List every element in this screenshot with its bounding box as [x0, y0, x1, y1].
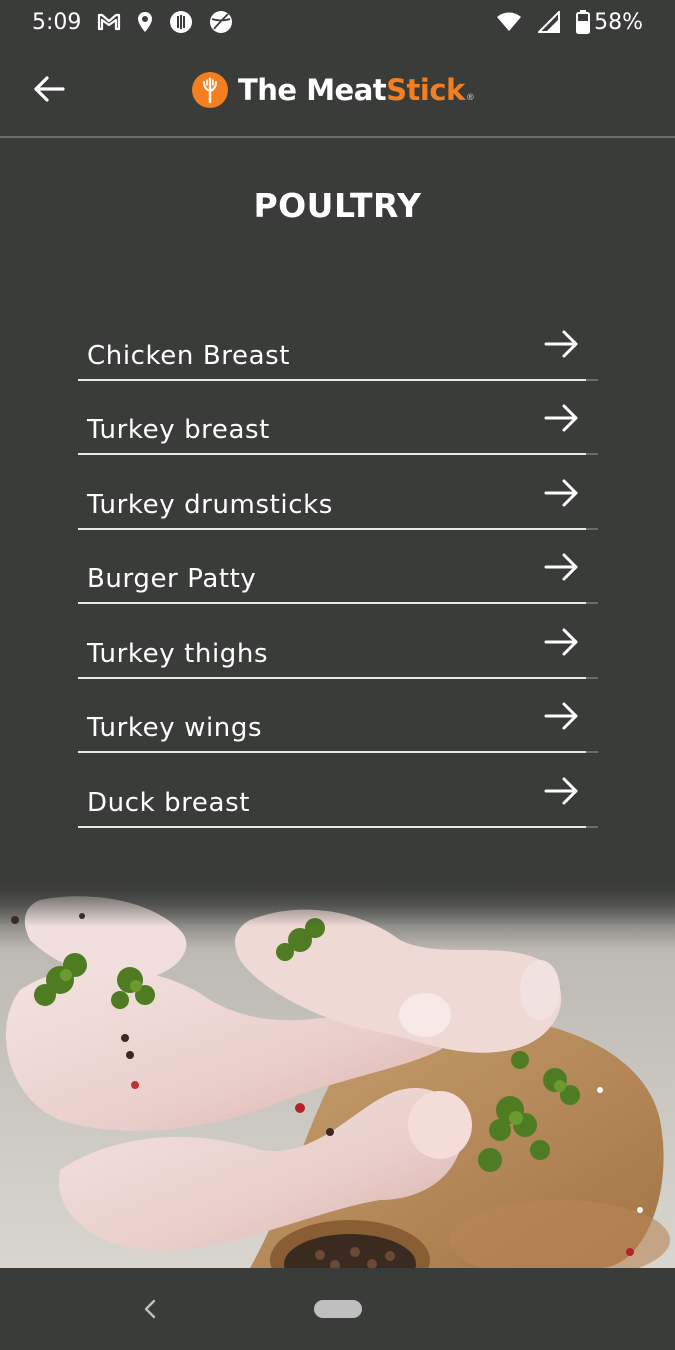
- arrow-left-icon: [34, 76, 65, 102]
- meatstick-logo: The Meat Stick ®: [192, 70, 475, 110]
- arrow-right-icon: [544, 330, 578, 357]
- status-bar: 5:09 58%: [0, 0, 675, 44]
- logo-text-primary: The Meat: [238, 73, 387, 107]
- list-item-turkey-drumsticks[interactable]: Turkey drumsticks: [78, 455, 598, 530]
- meatstick-logo-icon: [192, 72, 228, 108]
- signal-icon: [538, 11, 561, 33]
- system-nav-bar: [0, 1268, 675, 1350]
- arrow-right-icon: [544, 404, 578, 432]
- status-time: 5:09: [32, 9, 82, 35]
- raw-chicken-drumsticks-photo: [0, 880, 675, 1268]
- logo-registered-mark: ®: [465, 93, 475, 103]
- home-pill-icon[interactable]: [314, 1300, 362, 1318]
- battery-icon: [576, 10, 591, 34]
- battery-percentage: 58%: [594, 9, 643, 35]
- sports-ball-icon: [209, 10, 233, 34]
- list-item-label: Turkey breast: [87, 415, 270, 445]
- list-item-turkey-breast[interactable]: Turkey breast: [78, 381, 598, 455]
- arrow-right-icon: [544, 628, 578, 655]
- list-item-label: Turkey wings: [87, 713, 263, 743]
- status-left: 5:09: [32, 10, 233, 35]
- list-item-label: Turkey thighs: [87, 638, 269, 669]
- list-item-label: Chicken Breast: [87, 340, 291, 371]
- logo-wordmark: The Meat Stick ®: [238, 73, 475, 107]
- list-item-duck-breast[interactable]: Duck breast: [78, 753, 598, 828]
- app-icon: [169, 10, 193, 34]
- list-item-label: Turkey drumsticks: [87, 489, 333, 520]
- nav-back-icon[interactable]: [138, 1296, 162, 1322]
- arrow-right-icon: [544, 553, 578, 581]
- wifi-icon: [496, 12, 522, 32]
- cut-list: Chicken Breast Turkey breast Turkey drum…: [78, 306, 598, 828]
- arrow-right-icon: [544, 702, 578, 730]
- app-bar: The Meat Stick ®: [0, 44, 675, 138]
- list-item-chicken-breast[interactable]: Chicken Breast: [78, 306, 598, 381]
- list-item-burger-patty[interactable]: Burger Patty: [78, 530, 598, 604]
- status-right: 58%: [496, 10, 643, 35]
- gmail-icon: [97, 13, 121, 31]
- list-item-turkey-wings[interactable]: Turkey wings: [78, 679, 598, 753]
- logo-text-accent: Stick: [386, 73, 465, 107]
- page-title: POULTRY: [253, 186, 422, 225]
- list-item-turkey-thighs[interactable]: Turkey thighs: [78, 604, 598, 679]
- arrow-right-icon: [544, 777, 578, 804]
- list-item-label: Duck breast: [87, 787, 251, 818]
- list-item-label: Burger Patty: [87, 564, 257, 594]
- location-icon: [137, 11, 153, 33]
- arrow-right-icon: [544, 479, 578, 506]
- back-button[interactable]: [24, 64, 74, 114]
